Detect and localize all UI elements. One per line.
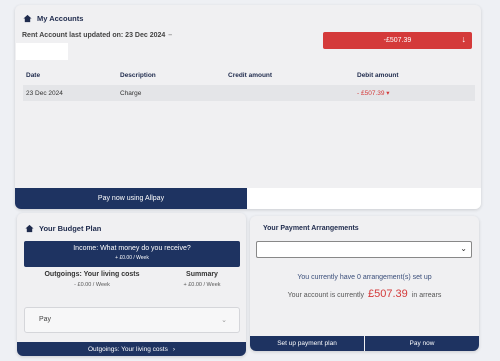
row-description: Charge (117, 85, 225, 101)
pay-accordion[interactable]: Pay ⌄ (24, 307, 240, 333)
last-updated-text: Rent Account last updated on: 23 Dec 202… (22, 32, 172, 39)
transactions-table: Date Description Credit amount Debit amo… (23, 69, 475, 101)
row-date: 23 Dec 2024 (23, 85, 117, 101)
footer-blank (247, 188, 481, 209)
arrangements-card: Your Payment Arrangements ⌄ You currentl… (250, 216, 479, 351)
budget-card: Your Budget Plan Income: What money do y… (17, 213, 246, 356)
accounts-card: My Accounts Rent Account last updated on… (15, 5, 481, 209)
header-credit: Credit amount (228, 72, 273, 79)
arrears-amount: £507.39 (368, 288, 408, 300)
outgoings-summary: Outgoings: Your living costs - £0.00 / W… (42, 271, 142, 288)
setup-payment-plan-button[interactable]: Set up payment plan (250, 336, 364, 351)
header-debit: Debit amount (357, 72, 399, 79)
row-credit (225, 85, 354, 101)
income-value: + £0.00 / Week (115, 255, 149, 261)
outgoings-button-label: Outgoings: Your living costs (87, 345, 168, 353)
outgoings-value: - £0.00 / Week (74, 282, 110, 288)
outgoings-button[interactable]: Outgoings: Your living costs › (17, 342, 246, 356)
arrears-prefix: Your account is currently (287, 292, 365, 299)
summary-label: Summary (186, 271, 218, 278)
balance-amount: -£507.39 (383, 37, 412, 44)
arrears-suffix: in arrears (411, 292, 442, 299)
income-label: Income: What money do you receive? (73, 245, 191, 252)
house-icon (23, 14, 32, 23)
pay-now-button[interactable]: Pay now (365, 336, 479, 351)
house-icon (25, 224, 34, 233)
last-updated-label: Rent Account last updated on: 23 Dec 202… (22, 32, 166, 39)
accounts-header: My Accounts (23, 14, 83, 23)
header-date: Date (26, 72, 41, 79)
arrangement-count-text: You currently have 0 arrangement(s) set … (297, 274, 432, 281)
budget-title: Your Budget Plan (39, 224, 102, 233)
chevron-down-icon: ⌄ (221, 317, 227, 324)
income-button[interactable]: Income: What money do you receive? + £0.… (24, 241, 240, 267)
last-updated-dash: – (168, 32, 173, 39)
summary-column: Summary + £0.00 / Week (162, 271, 242, 288)
table-header-row: Date Description Credit amount Debit amo… (23, 69, 475, 85)
arrangements-title: Your Payment Arrangements (263, 225, 359, 232)
summary-value: + £0.00 / Week (183, 282, 221, 288)
budget-header: Your Budget Plan (25, 224, 101, 233)
arrow-down-icon: ↓ (461, 34, 467, 44)
arrears-status: Your account is currently £507.39 in arr… (250, 288, 479, 300)
pay-label: Pay (39, 316, 52, 323)
header-description: Description (120, 72, 156, 79)
balance-button[interactable]: -£507.39 ↓ (323, 32, 472, 49)
chevron-right-icon: › (172, 345, 176, 353)
outgoings-label: Outgoings: Your living costs (44, 271, 140, 278)
accounts-title: My Accounts (37, 14, 84, 23)
arrangement-select[interactable]: ⌄ (256, 241, 472, 258)
blank-panel (16, 43, 68, 60)
pay-allpay-button[interactable]: Pay now using Allpay (15, 188, 247, 209)
table-row[interactable]: 23 Dec 2024 Charge - £507.39 ▾ (23, 85, 475, 101)
chevron-down-icon: ⌄ (460, 244, 467, 253)
row-debit[interactable]: - £507.39 ▾ (354, 85, 475, 101)
